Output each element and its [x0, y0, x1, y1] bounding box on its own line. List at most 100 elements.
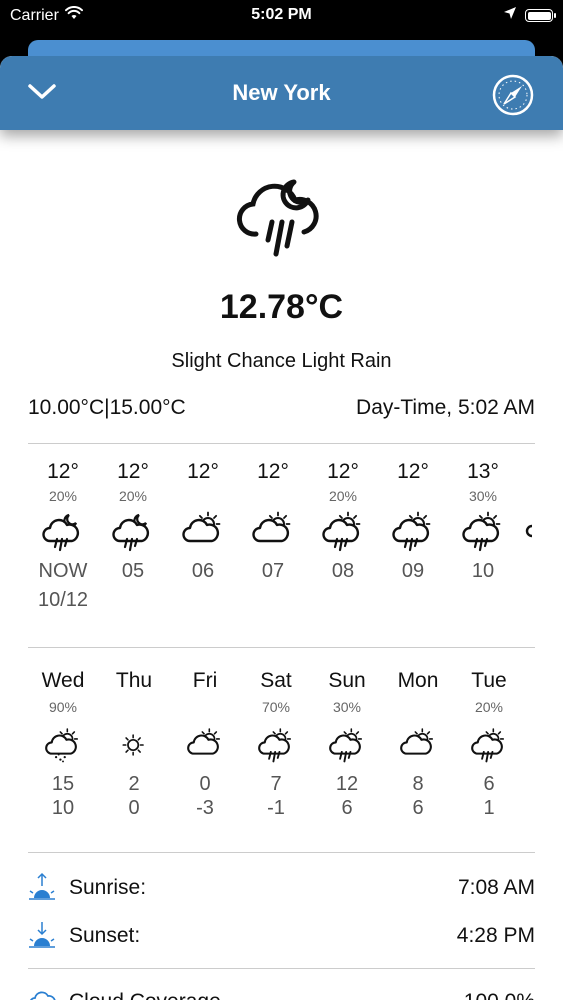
- daily-day: Sat: [260, 669, 292, 692]
- cloud-coverage-label: Cloud Coverage: [69, 990, 221, 1000]
- daily-low: 1: [483, 797, 495, 819]
- sunset-label: Sunset:: [69, 924, 141, 947]
- hourly-date: 10/12: [37, 589, 89, 611]
- daily-high: 6: [483, 773, 495, 795]
- hourly-precip: [168, 486, 238, 506]
- hourly-time: 07: [261, 560, 285, 582]
- hourly-item: 12° 20% 08: [308, 458, 378, 586]
- hourly-temp: 12°: [47, 460, 79, 483]
- daily-item: Wed 90% 15 10: [28, 666, 98, 820]
- hourly-precip: 20%: [118, 488, 148, 504]
- daily-day: Mon: [397, 669, 439, 692]
- hourly-item: 12° 07: [238, 458, 308, 586]
- daily-high: 7: [270, 773, 282, 795]
- divider: [28, 647, 535, 648]
- daily-item: Sat 70% 7 -1: [241, 666, 311, 820]
- daily-day: Wed: [41, 669, 85, 692]
- hourly-temp: 12°: [397, 460, 429, 483]
- rain-sun-icon: [312, 718, 382, 772]
- rain-sun-icon: [448, 506, 518, 556]
- daily-precip: 30%: [332, 699, 362, 715]
- header-bar: New York: [0, 56, 563, 130]
- daily-high: 15: [51, 773, 75, 795]
- location-arrow-icon: [503, 6, 517, 25]
- hourly-precip: 20%: [328, 488, 358, 504]
- rain-sun-icon: [378, 506, 448, 556]
- daily-low: 0: [128, 797, 140, 819]
- current-condition: Slight Chance Light Rain: [171, 350, 392, 372]
- rain-sun-icon: [454, 718, 524, 772]
- hourly-item: 12° 09: [378, 458, 448, 586]
- snow-sun-icon: [28, 718, 98, 772]
- hourly-precip: 20%: [48, 488, 78, 504]
- daily-precip: 20%: [474, 699, 504, 715]
- partly-sunny-icon: [170, 718, 240, 772]
- cloud-rain-moon-icon: [236, 170, 326, 271]
- hourly-time: 05: [121, 560, 145, 582]
- cloud-coverage-value: 100.0%: [464, 990, 535, 1000]
- sunrise-label: Sunrise:: [69, 876, 147, 899]
- status-bar: Carrier 5:02 PM: [0, 0, 563, 32]
- daily-precip: 70%: [261, 699, 291, 715]
- daily-low: 6: [412, 797, 424, 819]
- hourly-item: 12° 20% 05: [98, 458, 168, 586]
- rain-moon-icon: [98, 506, 168, 556]
- daily-item: Thu 2 0: [99, 666, 169, 820]
- partly-sunny-icon: [238, 506, 308, 556]
- hourly-item: 12° 06: [168, 458, 238, 586]
- sunrise-row: Sunrise: 7:08 AM: [28, 872, 535, 902]
- sunrise-icon: [28, 872, 56, 908]
- divider: [28, 968, 535, 969]
- daily-item: Mon 8 6: [383, 666, 453, 820]
- hourly-temp: 13°: [467, 460, 499, 483]
- sunrise-value: 7:08 AM: [457, 876, 535, 899]
- daily-low: 6: [341, 797, 353, 819]
- hourly-precip: 30%: [468, 488, 498, 504]
- hourly-forecast[interactable]: 12° 20% NOW 10/12 12° 20% 05 12° 06 12° 07 12° 20% 08…: [28, 458, 563, 643]
- status-right: [503, 6, 556, 25]
- daily-precip: 90%: [48, 699, 78, 715]
- day-time-label: Day-Time, 5:02 AM: [356, 396, 535, 419]
- sunset-value: 4:28 PM: [456, 924, 535, 947]
- hourly-precip: [238, 486, 308, 506]
- divider: [28, 852, 535, 853]
- hourly-precip: [378, 486, 448, 506]
- partly-sunny-icon: [383, 718, 453, 772]
- daily-day: Sun: [328, 669, 366, 692]
- status-time: 5:02 PM: [251, 6, 312, 23]
- hourly-temp: 12°: [117, 460, 149, 483]
- daily-high: 8: [412, 773, 424, 795]
- rain-sun-icon: [308, 506, 378, 556]
- sun-icon: [99, 718, 169, 772]
- daily-item: Tue 20% 6 1: [454, 666, 524, 820]
- daily-high: 12: [335, 773, 359, 795]
- divider: [28, 443, 535, 444]
- partly-sunny-icon: [168, 506, 238, 556]
- city-title: New York: [232, 80, 331, 105]
- daily-forecast: Wed 90% 15 10 Thu 2 0 Fri 0 -3 Sat 70% 7 -1 Sun 30% 12 6 M…: [28, 666, 535, 852]
- hourly-temp: 12°: [327, 460, 359, 483]
- current-temperature: 12.78°C: [219, 288, 344, 326]
- daily-low: -1: [267, 797, 285, 819]
- daily-day: Tue: [471, 669, 507, 692]
- daily-high: 2: [128, 773, 140, 795]
- hourly-temp: 12°: [257, 460, 289, 483]
- sunset-icon: [28, 920, 56, 956]
- hourly-time: 06: [191, 560, 215, 582]
- hourly-time: NOW: [38, 560, 88, 582]
- daily-precip: [383, 696, 453, 718]
- cloud-icon: [28, 986, 56, 1000]
- hourly-temp: 12°: [187, 460, 219, 483]
- hourly-time: 10: [471, 560, 495, 582]
- rain-moon-icon: [28, 506, 98, 556]
- daily-precip: [99, 696, 169, 718]
- daily-day: Fri: [192, 669, 218, 692]
- daily-high: 0: [199, 773, 211, 795]
- sunset-row: Sunset: 4:28 PM: [28, 920, 535, 950]
- daily-precip: [170, 696, 240, 718]
- daily-item: Sun 30% 12 6: [312, 666, 382, 820]
- weather-card: New York 12.78°C Slight Chance Light Rai…: [0, 56, 563, 1000]
- daily-day: Thu: [115, 669, 153, 692]
- compass-icon[interactable]: [491, 73, 535, 122]
- cloud-coverage-row: Cloud Coverage 100.0%: [28, 986, 535, 1000]
